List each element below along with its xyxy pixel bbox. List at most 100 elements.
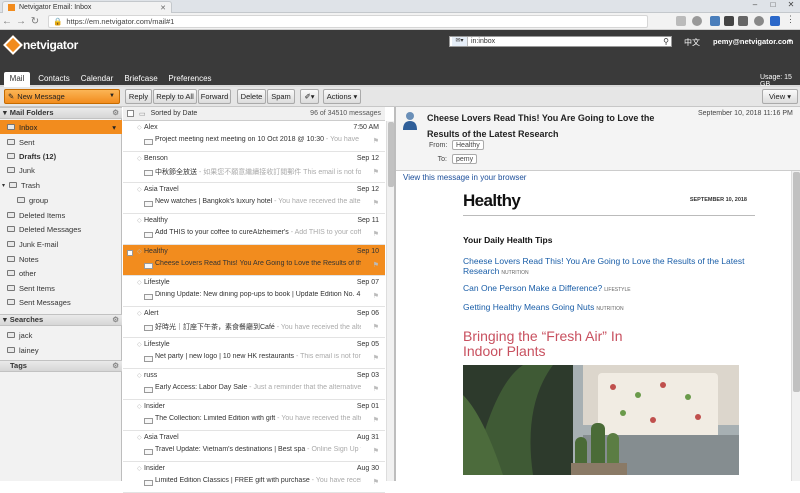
chevron-down-icon[interactable]: ▾ [788,37,792,45]
folder-trash[interactable]: ▾ Trash [0,178,122,192]
flag-icon[interactable]: ⚑ [373,323,379,331]
forward-button[interactable]: Forward [198,89,231,104]
minimize-icon[interactable]: – [746,0,764,10]
reply-all-button[interactable]: Reply to All [153,89,197,104]
flag-icon[interactable]: ⚑ [373,478,379,486]
search-scope-select[interactable]: ✉▾ [452,37,468,46]
star-icon[interactable]: ◇ [137,465,142,472]
maximize-icon[interactable]: □ [764,0,782,10]
menu-dots-icon[interactable]: ⋮ [786,14,796,24]
star-icon[interactable]: ◇ [137,279,142,286]
forward-icon[interactable]: → [14,16,28,27]
searches-header[interactable]: ▾ Searches ⚙ [0,314,122,326]
message-row[interactable]: ◇ Lifestyle Sep 05 Net party | new logo | 1… [123,338,385,369]
flag-icon[interactable]: ⚑ [373,416,379,424]
collapse-icon[interactable]: ▾ [3,108,7,118]
view-in-browser-link[interactable]: View this message in your browser [403,173,526,182]
message-row[interactable]: ◇ Insider Sep 01 The Collection: Limited Ed… [123,400,385,431]
star-icon[interactable]: ◇ [137,155,142,162]
star-icon[interactable]: ◇ [137,186,142,193]
sort-label[interactable]: Sorted by Date [151,110,198,117]
flag-icon[interactable]: ⚑ [373,292,379,300]
message-row[interactable]: ◇ Lifestyle Sep 07 Dining Update: New dinin… [123,276,385,307]
star-icon[interactable]: ◇ [137,341,142,348]
to-chip[interactable]: pemy [452,154,478,164]
tag-button[interactable]: ✐▾ [300,89,319,104]
close-window-icon[interactable]: ✕ [782,0,800,10]
gear-icon[interactable]: ⚙ [112,315,119,325]
message-row[interactable]: ◇ Insider Aug 30 Limited Edition Classics |… [123,462,385,493]
star-icon[interactable]: ◇ [137,124,142,131]
article-link-text[interactable]: Can One Person Make a Difference? [463,283,602,293]
folder-other[interactable]: other [0,266,122,280]
folder-group[interactable]: group [0,193,122,207]
article-link[interactable]: Getting Healthy Means Going Nuts NUTRITIO… [463,302,755,314]
article-link-text[interactable]: Getting Healthy Means Going Nuts [463,302,594,312]
folder-inbox[interactable]: Inbox ▾ [0,120,122,134]
flag-icon[interactable]: ⚑ [373,137,379,145]
scroll-thumb[interactable] [793,172,800,392]
scroll-thumb[interactable] [388,122,394,187]
extension-icon[interactable] [754,16,764,26]
extension-icon[interactable] [770,16,780,26]
folder-junk[interactable]: Junk [0,163,122,177]
message-row[interactable]: ◇ Benson Sep 12 中秋節全放送 - 如果您不願意繼續接收訂閱郵件 Thi… [123,152,385,183]
search-input[interactable]: ✉▾ in:inbox ⚲ [449,36,672,47]
folder-sent-items[interactable]: Sent Items [0,281,122,295]
flag-icon[interactable]: ⚑ [373,447,379,455]
search-item-lainey[interactable]: lainey [0,343,122,357]
row-checkbox[interactable] [127,250,133,256]
message-row[interactable]: ◇ Alex 7:50 AM Project meeting next meeting… [123,121,385,152]
list-scrollbar[interactable] [386,121,394,481]
chevron-down-icon[interactable]: ▾ [112,123,116,132]
tags-header[interactable]: Tags ⚙ [0,360,122,372]
user-email[interactable]: pemy@netvigator.com [713,37,793,46]
tab-mail[interactable]: Mail [4,72,30,87]
feature-heading[interactable]: Bringing the “Fresh Air” In Indoor Plant… [463,329,663,359]
flag-icon[interactable]: ⚑ [373,230,379,238]
expand-icon[interactable]: ▾ [2,182,5,189]
mail-folders-header[interactable]: ▾ Mail Folders ⚙ [0,107,122,119]
browser-tab[interactable]: Netvigator Email: Inbox ✕ [2,1,172,13]
message-row[interactable]: ◇ Healthy Sep 10 Cheese Lovers Read This! Y… [123,245,385,276]
star-icon[interactable]: ◇ [137,403,142,410]
message-row[interactable]: ◇ russ Sep 03 Early Access: Labor Day Sale … [123,369,385,400]
extension-icon[interactable] [710,16,720,26]
language-link[interactable]: 中文 [684,37,700,48]
folder-deleted-items[interactable]: Deleted Items [0,208,122,222]
article-link[interactable]: Cheese Lovers Read This! You Are Going t… [463,256,755,278]
folder-deleted-messages[interactable]: Deleted Messages [0,222,122,236]
star-icon[interactable]: ◇ [137,217,142,224]
folder-junk-email[interactable]: Junk E-mail [0,237,122,251]
message-row[interactable]: ◇ Asia Travel Aug 31 Travel Update: Vietnam… [123,431,385,462]
message-row[interactable]: ◇ Alert Sep 06 好時光｜訂座下午茶，素食餐廳到Café - You ha… [123,307,385,338]
sort-icon[interactable]: ▭ [139,110,146,118]
logo[interactable]: netvigator [3,35,78,55]
reload-icon[interactable]: ↻ [28,16,42,27]
tab-contacts[interactable]: Contacts [36,72,72,87]
reply-button[interactable]: Reply [125,89,152,104]
select-all-checkbox[interactable] [127,110,134,117]
search-item-jack[interactable]: jack [0,328,122,342]
folder-drafts[interactable]: Drafts (12) [0,149,122,163]
message-row[interactable]: ◇ Healthy Sep 11 Add THIS to your coffee to… [123,214,385,245]
message-row[interactable]: ◇ Asia Travel Sep 12 New watches | Bangkok'… [123,183,385,214]
gear-icon[interactable]: ⚙ [112,361,119,371]
actions-button[interactable]: Actions ▾ [323,89,361,104]
reading-scrollbar[interactable] [791,171,800,481]
spam-button[interactable]: Spam [267,89,295,104]
star-icon[interactable]: ◇ [137,310,142,317]
url-field[interactable]: 🔒 https://em.netvigator.com/mail#1 [48,15,648,28]
view-button[interactable]: View ▾ [762,89,798,104]
flag-icon[interactable]: ⚑ [373,261,379,269]
delete-button[interactable]: Delete [237,89,266,104]
bookmark-star-icon[interactable] [692,16,702,26]
search-icon[interactable]: ⚲ [663,37,669,46]
extension-icon[interactable] [738,16,748,26]
extension-icon[interactable] [724,16,734,26]
new-message-button[interactable]: ✎ New Message ▼ [4,89,120,104]
flag-icon[interactable]: ⚑ [373,354,379,362]
tab-calendar[interactable]: Calendar [79,72,115,87]
star-icon[interactable]: ◇ [137,372,142,379]
tab-preferences[interactable]: Preferences [167,72,213,87]
